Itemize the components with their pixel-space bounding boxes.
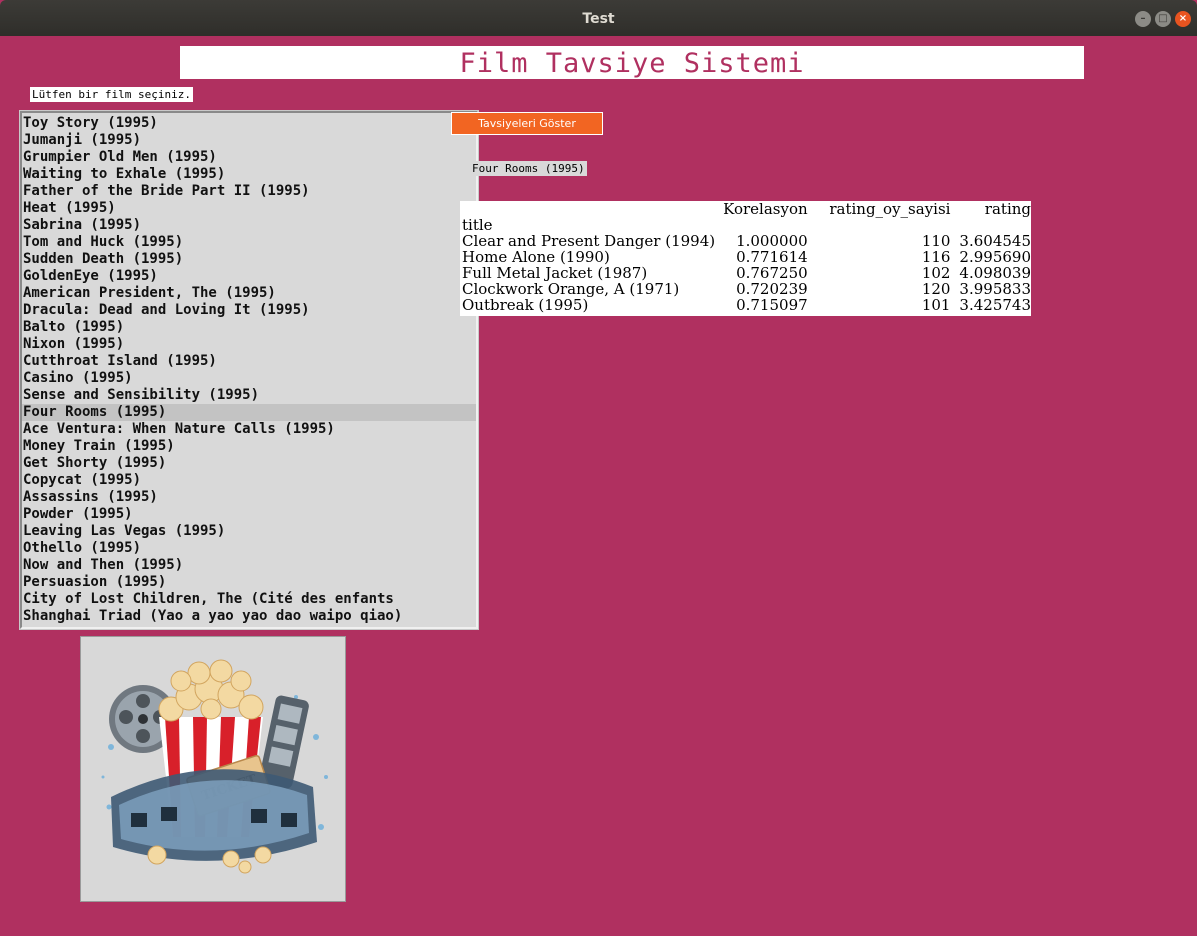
list-item[interactable]: Money Train (1995) <box>22 438 476 455</box>
list-item[interactable]: Get Shorty (1995) <box>22 455 476 472</box>
list-item[interactable]: Powder (1995) <box>22 506 476 523</box>
popcorn-film-image: TICKET <box>80 636 346 902</box>
table-row: Clear and Present Danger (1994) 1.000000 1… <box>460 233 1031 249</box>
row-rating: 3.995833 <box>959 280 1031 298</box>
popcorn-film-reel-ticket-icon: TICKET <box>101 659 328 874</box>
list-item[interactable]: Casino (1995) <box>22 370 476 387</box>
list-item[interactable]: GoldenEye (1995) <box>22 268 476 285</box>
row-rating-oy-sayisi: 120 <box>921 280 951 298</box>
index-name-label: title <box>462 216 493 234</box>
list-item[interactable]: Cutthroat Island (1995) <box>22 353 476 370</box>
row-korelasyon: 0.767250 <box>736 264 808 282</box>
list-item[interactable]: Assassins (1995) <box>22 489 476 506</box>
list-item[interactable]: Sudden Death (1995) <box>22 251 476 268</box>
selected-movie-label: Four Rooms (1995) <box>470 161 587 176</box>
window-titlebar: Test – □ × <box>0 0 1197 36</box>
table-row: Home Alone (1990) 0.771614 116 2.995690 <box>460 249 1031 265</box>
row-rating-oy-sayisi: 102 <box>921 264 951 282</box>
list-item[interactable]: American President, The (1995) <box>22 285 476 302</box>
row-korelasyon: 0.771614 <box>736 248 808 266</box>
row-rating-oy-sayisi: 116 <box>921 248 951 266</box>
movie-list[interactable]: Toy Story (1995) Jumanji (1995) Grumpier O… <box>22 113 476 625</box>
row-rating: 3.604545 <box>959 232 1031 250</box>
app-title: Film Tavsiye Sistemi <box>180 46 1084 79</box>
list-item[interactable]: Shanghai Triad (Yao a yao yao dao waipo … <box>22 608 476 625</box>
list-item[interactable]: Nixon (1995) <box>22 336 476 353</box>
row-title: Outbreak (1995) <box>462 296 589 314</box>
row-korelasyon: 0.715097 <box>736 296 808 314</box>
list-item[interactable]: Leaving Las Vegas (1995) <box>22 523 476 540</box>
window-title: Test <box>582 11 615 27</box>
row-korelasyon: 1.000000 <box>736 232 808 250</box>
table-row: Full Metal Jacket (1987) 0.767250 102 4.098… <box>460 265 1031 281</box>
list-item[interactable]: Jumanji (1995) <box>22 132 476 149</box>
window-controls: – □ × <box>1135 11 1191 27</box>
movie-listbox[interactable]: Toy Story (1995) Jumanji (1995) Grumpier O… <box>20 111 478 629</box>
row-title: Clockwork Orange, A (1971) <box>462 280 680 298</box>
list-item[interactable]: Waiting to Exhale (1995) <box>22 166 476 183</box>
row-title: Full Metal Jacket (1987) <box>462 264 648 282</box>
table-index-row: title <box>460 217 1031 233</box>
list-item[interactable]: City of Lost Children, The (Cité des enf… <box>22 591 476 608</box>
list-item[interactable]: Copycat (1995) <box>22 472 476 489</box>
column-header-rating: rating <box>984 200 1031 218</box>
list-item[interactable]: Grumpier Old Men (1995) <box>22 149 476 166</box>
select-movie-prompt: Lütfen bir film seçiniz. <box>30 87 193 102</box>
show-recommendations-button[interactable]: Tavsiyeleri Göster <box>451 112 603 135</box>
row-title: Clear and Present Danger (1994) <box>462 232 716 250</box>
table-body: Clear and Present Danger (1994) 1.000000 1… <box>460 233 1031 313</box>
row-rating-oy-sayisi: 101 <box>921 296 951 314</box>
list-item[interactable]: Four Rooms (1995) <box>22 404 476 421</box>
row-title: Home Alone (1990) <box>462 248 610 266</box>
list-item[interactable]: Tom and Huck (1995) <box>22 234 476 251</box>
table-row: Outbreak (1995) 0.715097 101 3.425743 <box>460 297 1031 313</box>
column-header-rating-oy-sayisi: rating_oy_sayisi <box>829 200 951 218</box>
list-item[interactable]: Heat (1995) <box>22 200 476 217</box>
list-item[interactable]: Sense and Sensibility (1995) <box>22 387 476 404</box>
table-row: Clockwork Orange, A (1971) 0.720239 120 3.9… <box>460 281 1031 297</box>
maximize-icon[interactable]: □ <box>1155 11 1171 27</box>
row-korelasyon: 0.720239 <box>736 280 808 298</box>
list-item[interactable]: Dracula: Dead and Loving It (1995) <box>22 302 476 319</box>
list-item[interactable]: Balto (1995) <box>22 319 476 336</box>
list-item[interactable]: Toy Story (1995) <box>22 115 476 132</box>
row-rating: 4.098039 <box>959 264 1031 282</box>
close-icon[interactable]: × <box>1175 11 1191 27</box>
recommendations-table: Korelasyon rating_oy_sayisi rating title… <box>460 201 1031 316</box>
row-rating-oy-sayisi: 110 <box>921 232 951 250</box>
table-header-row: Korelasyon rating_oy_sayisi rating <box>460 201 1031 217</box>
list-item[interactable]: Father of the Bride Part II (1995) <box>22 183 476 200</box>
minimize-icon[interactable]: – <box>1135 11 1151 27</box>
column-header-korelasyon: Korelasyon <box>723 200 808 218</box>
row-rating: 3.425743 <box>959 296 1031 314</box>
list-item[interactable]: Othello (1995) <box>22 540 476 557</box>
list-item[interactable]: Ace Ventura: When Nature Calls (1995) <box>22 421 476 438</box>
list-item[interactable]: Persuasion (1995) <box>22 574 476 591</box>
row-rating: 2.995690 <box>959 248 1031 266</box>
list-item[interactable]: Now and Then (1995) <box>22 557 476 574</box>
list-item[interactable]: Sabrina (1995) <box>22 217 476 234</box>
